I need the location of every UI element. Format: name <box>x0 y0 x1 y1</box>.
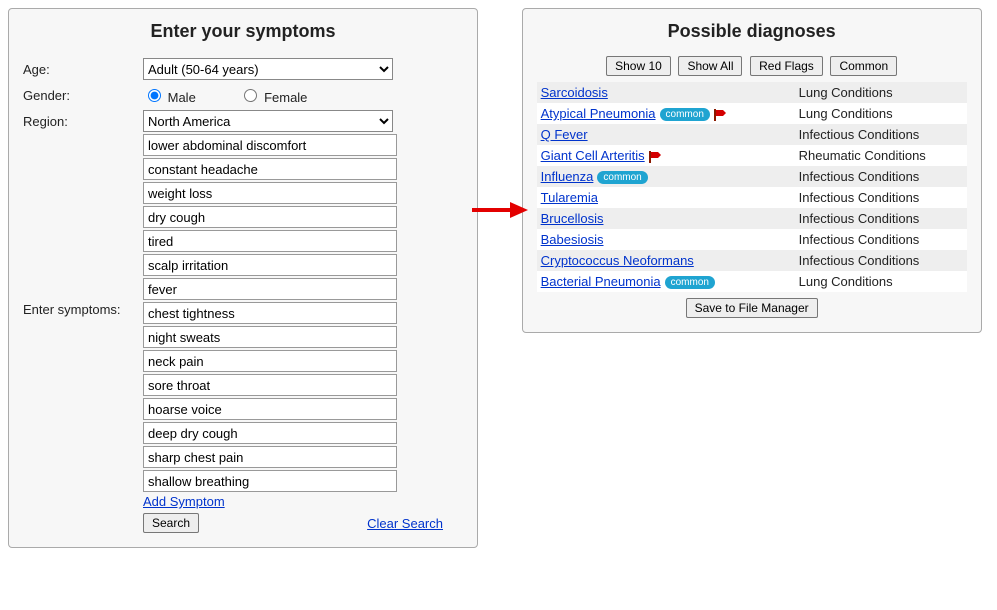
symptom-input[interactable] <box>143 158 397 180</box>
gender-male-option[interactable]: Male <box>143 90 199 105</box>
diagnosis-category: Lung Conditions <box>795 82 967 103</box>
gender-female-option[interactable]: Female <box>239 90 307 105</box>
symptom-input[interactable] <box>143 302 397 324</box>
gender-male-radio[interactable] <box>148 89 161 102</box>
symptom-input[interactable] <box>143 134 397 156</box>
diagnoses-panel: Possible diagnoses Show 10 Show All Red … <box>522 8 982 333</box>
table-row: Sarcoidosis Lung Conditions <box>537 82 967 103</box>
symptom-input[interactable] <box>143 230 397 252</box>
age-label: Age: <box>23 62 143 77</box>
diagnosis-link[interactable]: Influenza <box>541 169 594 184</box>
save-to-file-manager-button[interactable]: Save to File Manager <box>686 298 818 318</box>
arrow-icon <box>472 200 528 220</box>
diagnosis-category: Infectious Conditions <box>795 166 967 187</box>
diagnosis-link[interactable]: Giant Cell Arteritis <box>541 148 645 163</box>
symptom-input[interactable] <box>143 326 397 348</box>
red-flag-icon <box>649 151 663 163</box>
show-all-button[interactable]: Show All <box>678 56 742 76</box>
region-select[interactable]: North America <box>143 110 393 132</box>
show-10-button[interactable]: Show 10 <box>606 56 671 76</box>
symptom-input[interactable] <box>143 278 397 300</box>
diagnosis-link[interactable]: Tularemia <box>541 190 598 205</box>
diagnosis-link[interactable]: Brucellosis <box>541 211 604 226</box>
region-label: Region: <box>23 114 143 129</box>
add-symptom-link[interactable]: Add Symptom <box>143 494 225 509</box>
symptom-input[interactable] <box>143 254 397 276</box>
diagnosis-link[interactable]: Atypical Pneumonia <box>541 106 656 121</box>
symptom-list <box>143 134 463 492</box>
diagnoses-title: Possible diagnoses <box>537 21 967 42</box>
diagnosis-category: Infectious Conditions <box>795 187 967 208</box>
diagnosis-category: Lung Conditions <box>795 103 967 124</box>
red-flag-icon <box>714 109 728 121</box>
diagnosis-link[interactable]: Q Fever <box>541 127 588 142</box>
symptom-input[interactable] <box>143 470 397 492</box>
symptom-input[interactable] <box>143 206 397 228</box>
diagnosis-category: Infectious Conditions <box>795 229 967 250</box>
symptom-input[interactable] <box>143 398 397 420</box>
symptom-input[interactable] <box>143 374 397 396</box>
clear-search-link[interactable]: Clear Search <box>367 516 443 531</box>
diagnosis-category: Infectious Conditions <box>795 208 967 229</box>
table-row: Cryptococcus Neoformans Infectious Condit… <box>537 250 967 271</box>
table-row: Tularemia Infectious Conditions <box>537 187 967 208</box>
diagnosis-category: Infectious Conditions <box>795 250 967 271</box>
age-select[interactable]: Adult (50-64 years) <box>143 58 393 80</box>
table-row: Atypical Pneumonia common Lung Conditions <box>537 103 967 124</box>
diagnosis-link[interactable]: Bacterial Pneumonia <box>541 274 661 289</box>
gender-female-radio[interactable] <box>244 89 257 102</box>
diagnosis-category: Rheumatic Conditions <box>795 145 967 166</box>
diagnosis-link[interactable]: Cryptococcus Neoformans <box>541 253 694 268</box>
common-badge: common <box>597 171 647 184</box>
gender-label: Gender: <box>23 88 143 103</box>
diagnosis-category: Lung Conditions <box>795 271 967 292</box>
search-button[interactable]: Search <box>143 513 199 533</box>
symptom-input[interactable] <box>143 422 397 444</box>
table-row: Q Fever Infectious Conditions <box>537 124 967 145</box>
diagnosis-category: Infectious Conditions <box>795 124 967 145</box>
table-row: Babesiosis Infectious Conditions <box>537 229 967 250</box>
symptom-input[interactable] <box>143 446 397 468</box>
table-row: Bacterial Pneumonia common Lung Conditions <box>537 271 967 292</box>
common-button[interactable]: Common <box>830 56 897 76</box>
enter-symptoms-label: Enter symptoms: <box>23 302 143 317</box>
diagnoses-table: SarcoidosisLung ConditionsAtypical Pneum… <box>537 82 967 292</box>
common-badge: common <box>660 108 710 121</box>
symptoms-panel: Enter your symptoms Age: Adult (50-64 ye… <box>8 8 478 548</box>
red-flags-button[interactable]: Red Flags <box>750 56 823 76</box>
filter-row: Show 10 Show All Red Flags Common <box>537 56 967 76</box>
table-row: Brucellosis Infectious Conditions <box>537 208 967 229</box>
table-row: Giant Cell Arteritis Rheumatic Conditions <box>537 145 967 166</box>
symptom-input[interactable] <box>143 350 397 372</box>
symptom-input[interactable] <box>143 182 397 204</box>
table-row: Influenzacommon Infectious Conditions <box>537 166 967 187</box>
common-badge: common <box>665 276 715 289</box>
diagnosis-link[interactable]: Sarcoidosis <box>541 85 608 100</box>
symptoms-title: Enter your symptoms <box>23 21 463 42</box>
diagnosis-link[interactable]: Babesiosis <box>541 232 604 247</box>
